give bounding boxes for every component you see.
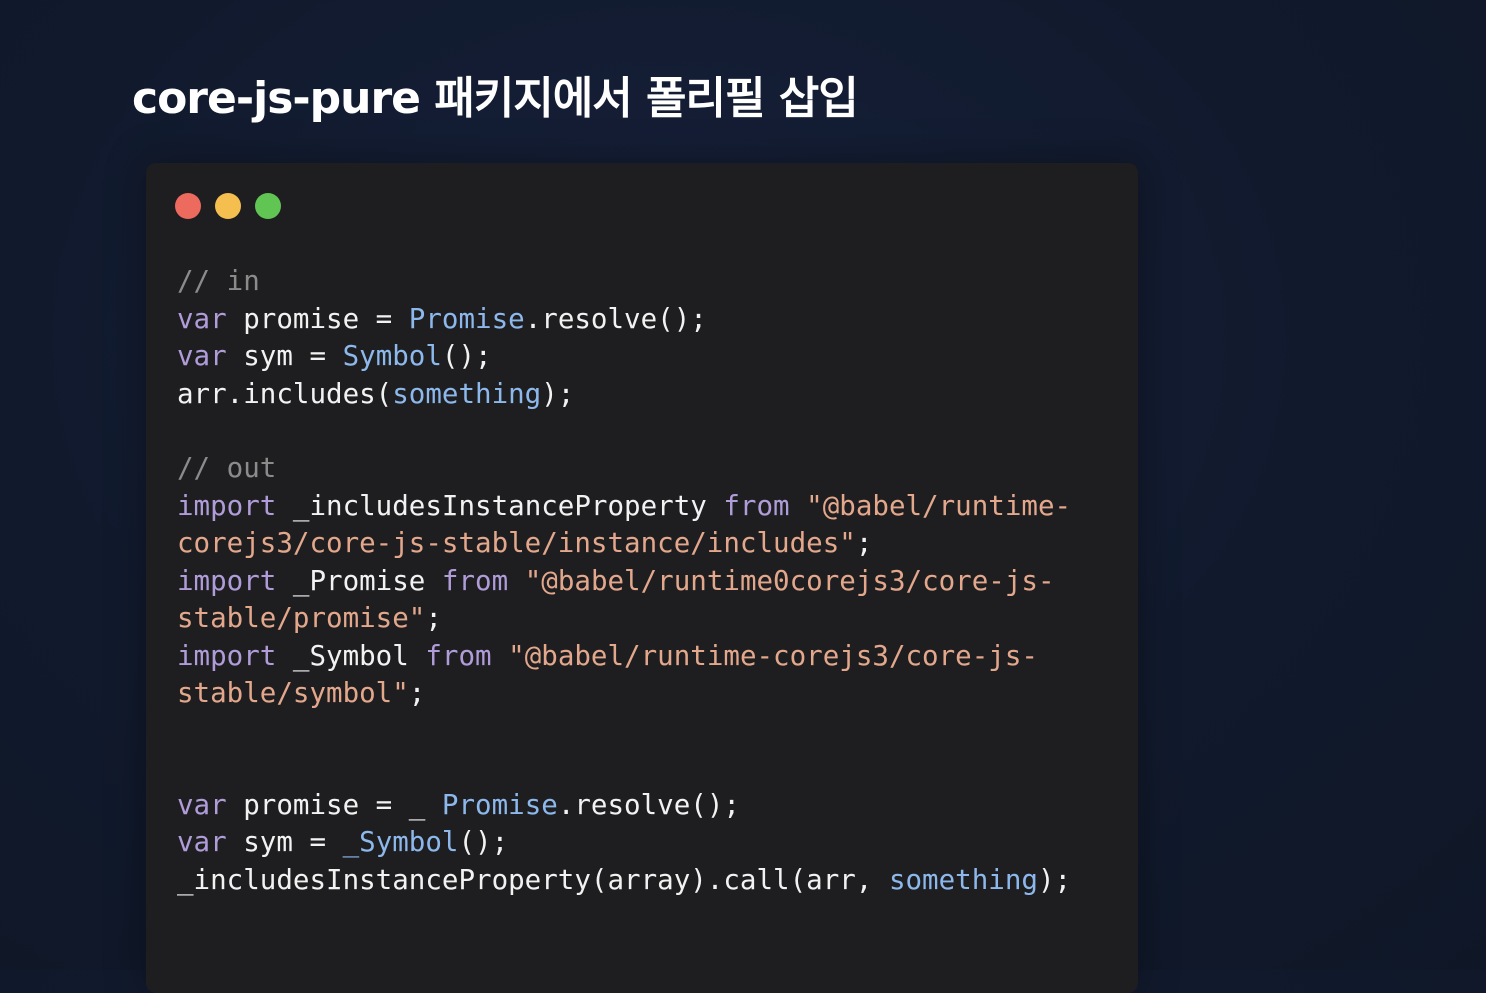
code-text: .resolve(); <box>524 302 707 335</box>
code-type: Promise <box>441 788 558 821</box>
code-import-line-cont: corejs3/core-js-stable/instance/includes… <box>177 525 1071 563</box>
code-line: var sym = Symbol(); <box>177 338 1071 376</box>
code-text: (); <box>458 826 509 858</box>
code-text: ; <box>408 677 426 709</box>
code-window: // in var promise = Promise.resolve(); v… <box>146 163 1138 993</box>
code-comment-in: // in <box>177 265 260 297</box>
code-keyword: var <box>177 788 227 821</box>
code-keyword: import <box>177 489 277 522</box>
code-line: arr.includes(something); <box>177 376 1071 414</box>
code-type: _Symbol <box>342 826 459 858</box>
window-controls <box>175 193 281 219</box>
code-string: "@babel/runtime0corejs3/core-js- <box>508 564 1055 597</box>
code-block: // in var promise = Promise.resolve(); v… <box>177 263 1071 899</box>
code-keyword: var <box>177 340 227 372</box>
code-import-line-cont: stable/promise"; <box>177 600 1071 638</box>
code-text: ); <box>541 377 575 410</box>
code-keyword: var <box>177 302 227 335</box>
code-keyword: from <box>723 489 790 522</box>
code-text: sym = <box>226 340 343 372</box>
code-text: sym = <box>226 826 343 858</box>
code-text: _includesInstanceProperty <box>276 489 724 522</box>
code-type: Promise <box>408 302 525 335</box>
code-line: var sym = _Symbol(); <box>177 824 1071 862</box>
code-line: var promise = _ Promise.resolve(); <box>177 787 1071 825</box>
code-string: stable/symbol" <box>177 677 409 709</box>
code-import-line: import _includesInstanceProperty from "@… <box>177 488 1071 526</box>
code-type: Symbol <box>342 340 442 372</box>
code-comment-out: // out <box>177 452 277 484</box>
code-keyword: var <box>177 826 227 858</box>
code-text: promise = _ <box>226 788 442 821</box>
code-text: arr.includes( <box>177 377 393 410</box>
code-text: .resolve(); <box>557 788 740 821</box>
code-keyword: from <box>441 564 509 597</box>
close-dot-icon <box>175 193 201 219</box>
code-keyword: from <box>425 639 492 672</box>
code-import-line-cont: stable/symbol"; <box>177 675 1071 713</box>
code-identifier: something <box>888 863 1038 896</box>
slide-title: core-js-pure 패키지에서 폴리필 삽입 <box>132 73 859 124</box>
code-line: var promise = Promise.resolve(); <box>177 301 1071 339</box>
code-string: "@babel/runtime-corejs3/core-js- <box>491 639 1038 672</box>
code-keyword: import <box>177 564 277 597</box>
code-text: _Promise <box>276 564 442 597</box>
maximize-dot-icon <box>255 193 281 219</box>
minimize-dot-icon <box>215 193 241 219</box>
code-text: _includesInstanceProperty(array).call(ar… <box>177 863 889 896</box>
code-string: "@babel/runtime- <box>789 489 1072 522</box>
code-import-line: import _Symbol from "@babel/runtime-core… <box>177 638 1071 676</box>
code-text: (); <box>441 340 492 372</box>
code-text: promise = <box>226 302 409 335</box>
code-import-line: import _Promise from "@babel/runtime0cor… <box>177 563 1071 601</box>
code-text: _Symbol <box>276 639 426 672</box>
code-string: corejs3/core-js-stable/instance/includes… <box>177 527 856 559</box>
code-text: ; <box>855 527 873 559</box>
code-identifier: something <box>392 377 542 410</box>
code-text: ; <box>425 602 442 634</box>
code-text: ); <box>1037 863 1072 896</box>
code-string: stable/promise" <box>177 602 426 634</box>
code-keyword: import <box>177 639 277 672</box>
code-line: _includesInstanceProperty(array).call(ar… <box>177 862 1071 900</box>
